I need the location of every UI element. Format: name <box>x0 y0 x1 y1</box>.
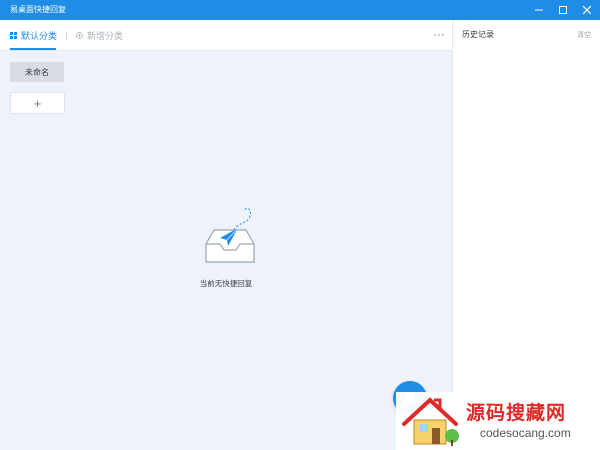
grid-icon <box>10 31 17 39</box>
close-button[interactable] <box>574 0 600 20</box>
maximize-button[interactable] <box>550 0 576 20</box>
maximize-icon <box>559 6 567 14</box>
history-title: 历史记录 <box>462 30 494 39</box>
tab-new-label: 新增分类 <box>87 30 124 41</box>
plus-icon: + <box>33 95 42 111</box>
clear-history-button[interactable]: 清空 <box>577 30 591 40</box>
category-item[interactable]: 未命名 <box>10 62 64 82</box>
watermark-domain: codesocang.com <box>480 426 571 440</box>
house-logo-icon <box>402 397 459 446</box>
category-item-label: 未命名 <box>25 67 49 77</box>
reply-panel: 默认分类 新增分类 ··· 未命名 + 当前无快捷回复 <box>0 20 452 450</box>
minimize-icon <box>535 9 543 11</box>
inbox-paper-plane-icon <box>205 207 255 263</box>
tab-default-category[interactable]: 默认分类 <box>10 20 57 50</box>
app-window: 易桌面快捷回复 默认分类 新增分类 ··· 未命名 + 当前无快捷回复 历史记录… <box>0 0 600 450</box>
minimize-button[interactable] <box>526 0 552 20</box>
more-icon: ··· <box>433 29 445 41</box>
tab-divider <box>66 31 67 40</box>
plus-circle-icon <box>76 31 83 39</box>
close-icon <box>583 6 591 14</box>
watermark: 源码搜藏网 codesocang.com <box>396 392 600 450</box>
tab-default-label: 默认分类 <box>21 30 58 41</box>
add-category-button[interactable]: + <box>10 92 65 114</box>
active-tab-indicator <box>10 48 56 50</box>
window-title: 易桌面快捷回复 <box>10 5 66 14</box>
category-tab-bar: 默认分类 新增分类 ··· <box>0 20 452 51</box>
more-options-button[interactable]: ··· <box>432 28 446 42</box>
watermark-brand: 源码搜藏网 <box>466 402 567 424</box>
empty-state-message: 当前无快捷回复 <box>199 279 253 288</box>
history-panel: 历史记录 清空 <box>452 20 600 450</box>
title-bar: 易桌面快捷回复 <box>0 0 600 20</box>
tab-new-category[interactable]: 新增分类 <box>76 20 123 50</box>
